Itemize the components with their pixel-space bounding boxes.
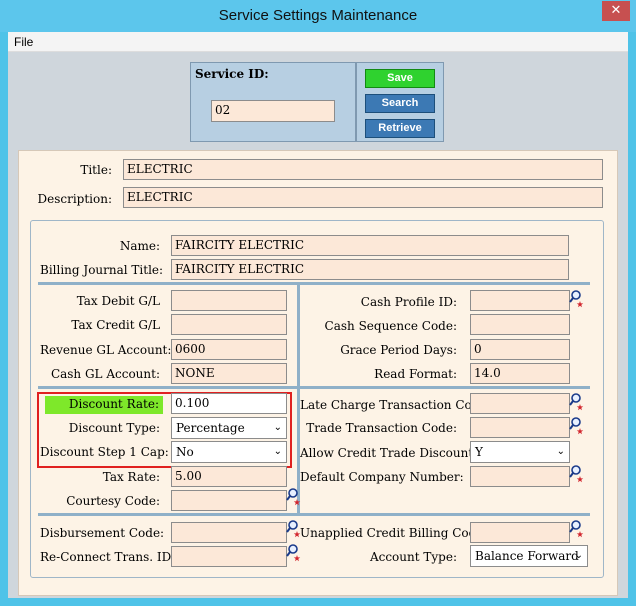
title-bar[interactable]: Service Settings Maintenance ✕ (0, 0, 636, 32)
divider (38, 513, 590, 516)
tax-rate-input[interactable]: 5.00 (171, 466, 287, 487)
unapplied-credit-input[interactable] (470, 522, 570, 543)
revenue-gl-input[interactable]: 0600 (171, 339, 287, 360)
lookup-icon[interactable] (569, 464, 587, 484)
cash-profile-label: Cash Profile ID: (360, 295, 457, 309)
lookup-icon[interactable] (286, 487, 304, 507)
search-button[interactable]: Search (365, 94, 435, 113)
lookup-icon[interactable] (569, 519, 587, 539)
title-label: Title: (80, 163, 112, 177)
discount-step-cap-value: No (176, 445, 194, 459)
cash-sequence-input[interactable] (470, 314, 570, 335)
disbursement-label: Disbursement Code: (40, 526, 165, 540)
description-input[interactable]: ELECTRIC (123, 187, 603, 208)
tax-debit-input[interactable] (171, 290, 287, 311)
revenue-gl-label: Revenue GL Account: (40, 343, 172, 357)
grace-period-input[interactable]: 0 (470, 339, 570, 360)
lookup-icon[interactable] (569, 392, 587, 412)
cash-gl-label: Cash GL Account: (50, 367, 160, 381)
discount-type-select[interactable]: Percentage ⌄ (171, 417, 287, 439)
action-panel: Save Search Retrieve (356, 62, 444, 142)
grace-period-label: Grace Period Days: (340, 343, 457, 357)
discount-rate-input[interactable]: 0.100 (171, 393, 287, 414)
service-id-label: Service ID: (195, 67, 269, 81)
read-format-input[interactable]: 14.0 (470, 363, 570, 384)
divider (38, 386, 590, 389)
discount-type-value: Percentage (176, 421, 245, 435)
reconnect-label: Re-Connect Trans. ID: (40, 550, 176, 564)
read-format-label: Read Format: (374, 367, 457, 381)
default-company-input[interactable] (470, 466, 570, 487)
chevron-down-icon: ⌄ (556, 446, 565, 457)
chevron-down-icon: ⌄ (273, 446, 282, 457)
tax-credit-input[interactable] (171, 314, 287, 335)
chevron-down-icon: ⌄ (273, 422, 282, 433)
allow-credit-label: Allow Credit Trade Discounts: (300, 446, 484, 460)
courtesy-code-label: Courtesy Code: (66, 494, 160, 508)
tax-credit-label: Tax Credit G/L (71, 318, 160, 332)
disbursement-input[interactable] (171, 522, 287, 543)
default-company-label: Default Company Number: (300, 470, 464, 484)
late-charge-input[interactable] (470, 393, 570, 414)
description-label: Description: (37, 192, 112, 206)
cash-sequence-label: Cash Sequence Code: (324, 319, 457, 333)
name-label: Name: (119, 239, 160, 253)
window-title: Service Settings Maintenance (218, 7, 418, 24)
retrieve-button[interactable]: Retrieve (365, 119, 435, 138)
discount-rate-label: Discount Rate: (45, 396, 163, 414)
save-button[interactable]: Save (365, 69, 435, 88)
service-id-panel: Service ID: 02 (190, 62, 356, 142)
reconnect-input[interactable] (171, 546, 287, 567)
name-input[interactable]: FAIRCITY ELECTRIC (171, 235, 569, 256)
billing-journal-input[interactable]: FAIRCITY ELECTRIC (171, 259, 569, 280)
allow-credit-select[interactable]: Y ⌄ (470, 441, 570, 463)
cash-profile-input[interactable] (470, 290, 570, 311)
chevron-down-icon: ⌄ (574, 550, 583, 561)
divider (38, 282, 590, 285)
tax-debit-label: Tax Debit G/L (76, 294, 160, 308)
title-input[interactable]: ELECTRIC (123, 159, 603, 180)
discount-type-label: Discount Type: (68, 421, 160, 435)
service-id-input[interactable]: 02 (211, 100, 335, 122)
courtesy-code-input[interactable] (171, 490, 287, 511)
late-charge-label: Late Charge Transaction Code: (300, 398, 491, 412)
account-type-label: Account Type: (369, 550, 457, 564)
trade-transaction-label: Trade Transaction Code: (306, 421, 457, 435)
allow-credit-value: Y (475, 445, 483, 459)
cash-gl-input[interactable]: NONE (171, 363, 287, 384)
discount-step-cap-label: Discount Step 1 Cap: (40, 445, 169, 459)
unapplied-credit-label: Unapplied Credit Billing Code: (300, 526, 488, 540)
menu-bar: File (8, 32, 628, 52)
discount-step-cap-select[interactable]: No ⌄ (171, 441, 287, 463)
trade-transaction-input[interactable] (470, 417, 570, 438)
account-type-select[interactable]: Balance Forward ⌄ (470, 545, 588, 567)
tax-rate-label: Tax Rate: (102, 470, 160, 484)
close-button[interactable]: ✕ (602, 1, 630, 21)
billing-journal-label: Billing Journal Title: (40, 263, 164, 277)
lookup-icon[interactable] (569, 289, 587, 309)
lookup-icon[interactable] (569, 416, 587, 436)
account-type-value: Balance Forward (475, 549, 579, 563)
menu-file[interactable]: File (14, 35, 33, 49)
